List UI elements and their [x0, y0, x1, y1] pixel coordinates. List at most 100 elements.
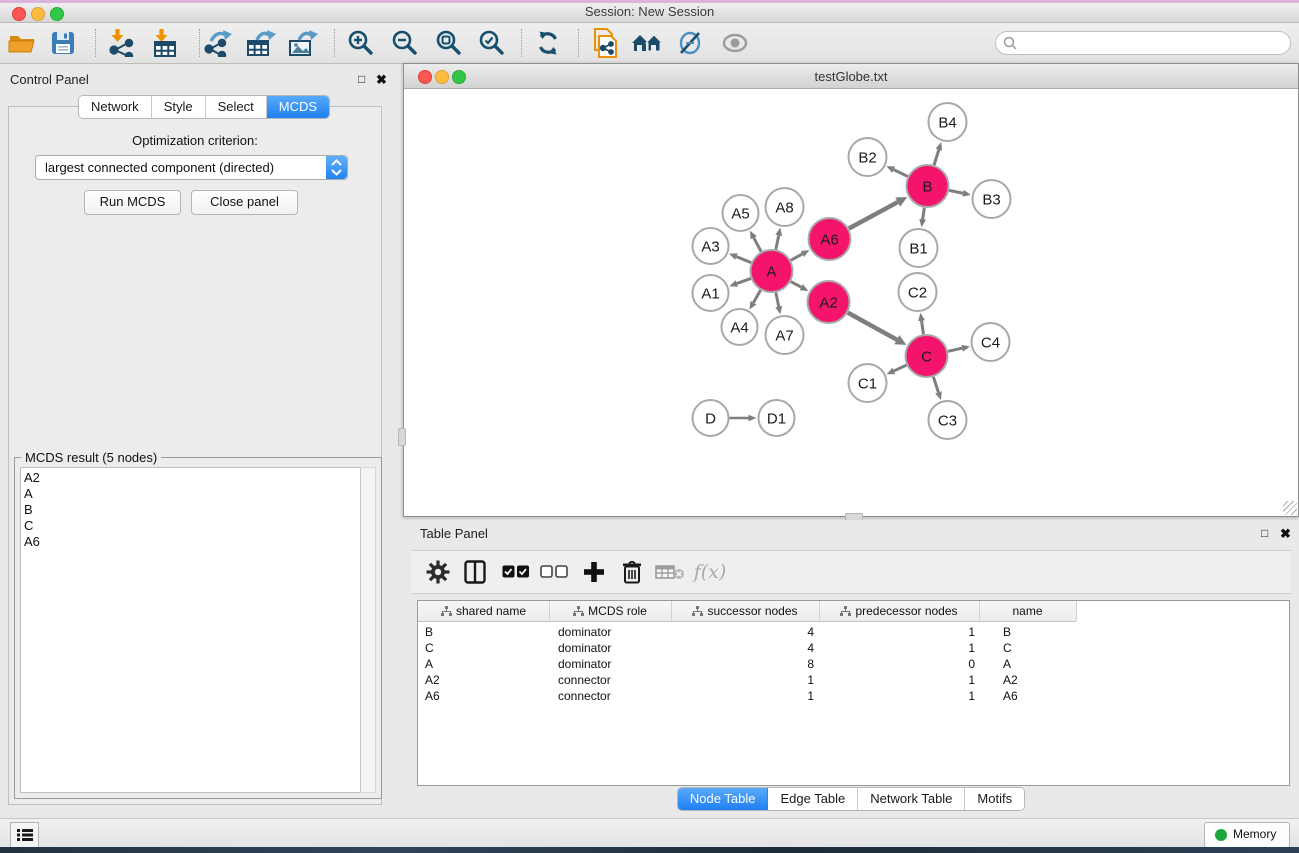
edge-arrow-icon [962, 190, 971, 197]
tab-select[interactable]: Select [206, 96, 267, 118]
tab-motifs[interactable]: Motifs [965, 788, 1024, 810]
network-window-titlebar[interactable]: testGlobe.txt [404, 64, 1298, 89]
float-panel-icon[interactable]: □ [358, 72, 365, 86]
export-image-icon[interactable] [285, 26, 321, 60]
zoom-out-icon[interactable] [387, 26, 423, 60]
main-toolbar [0, 23, 1299, 64]
tab-edge-table[interactable]: Edge Table [768, 788, 858, 810]
column-header-predecessor-nodes[interactable]: predecessor nodes [819, 601, 980, 621]
tab-network[interactable]: Network [79, 96, 152, 118]
close-panel-button[interactable]: Close panel [191, 190, 298, 215]
edge-A-A1[interactable] [737, 278, 751, 283]
edge-A-A2[interactable] [791, 282, 801, 288]
close-table-panel-icon[interactable]: ✖ [1280, 526, 1291, 542]
import-network-icon[interactable] [103, 26, 139, 60]
edge-arrow-icon [918, 313, 925, 321]
edge-A6-B[interactable] [849, 202, 898, 228]
edge-arrow-icon [919, 219, 926, 227]
eye-icon[interactable] [717, 26, 753, 60]
split-columns-icon[interactable] [458, 555, 492, 589]
result-list-item[interactable]: B [24, 502, 361, 518]
tab-node-table[interactable]: Node Table [678, 788, 769, 810]
refresh-icon[interactable] [530, 26, 566, 60]
zoom-in-icon[interactable] [343, 26, 379, 60]
edge-A-A3[interactable] [736, 257, 751, 263]
export-table-icon[interactable] [243, 26, 279, 60]
tab-mcds[interactable]: MCDS [267, 96, 329, 118]
table-cell: dominator [549, 624, 671, 640]
zoom-selected-icon[interactable] [474, 26, 510, 60]
table-toolbar: f(x) [411, 550, 1291, 594]
search-field[interactable] [995, 31, 1291, 55]
save-session-icon[interactable] [45, 26, 81, 60]
clone-network-icon[interactable] [587, 26, 623, 60]
zoom-fit-icon[interactable] [431, 26, 467, 60]
result-scrollbar[interactable] [360, 467, 376, 793]
desktop-background-strip [0, 847, 1299, 853]
column-header-MCDS-role[interactable]: MCDS role [549, 601, 672, 621]
result-list-item[interactable]: A6 [24, 534, 361, 550]
edge-A-A8[interactable] [776, 235, 779, 249]
tab-network-table[interactable]: Network Table [858, 788, 965, 810]
run-mcds-button[interactable]: Run MCDS [84, 190, 181, 215]
mcds-result-list: A2ABCA6 [20, 467, 362, 793]
memory-status-icon [1215, 829, 1227, 841]
result-list-item[interactable]: A2 [24, 470, 361, 486]
table-cell: B [979, 624, 1076, 640]
delete-column-icon[interactable] [615, 555, 649, 589]
vertical-divider-handle[interactable] [398, 428, 406, 446]
table-cell: B [418, 624, 549, 640]
table-cell: 1 [819, 688, 979, 704]
task-history-button[interactable] [10, 822, 39, 848]
table-cell: C [979, 640, 1076, 656]
graph-node-label: C2 [908, 284, 927, 301]
column-header-name[interactable]: name [979, 601, 1077, 621]
float-table-panel-icon[interactable]: □ [1261, 526, 1268, 540]
result-list-item[interactable]: C [24, 518, 361, 534]
edge-B-B4[interactable] [934, 150, 939, 165]
export-network-icon[interactable] [201, 26, 237, 60]
edge-A2-C[interactable] [848, 313, 897, 340]
memory-button[interactable]: Memory [1204, 822, 1290, 848]
edge-B-B3[interactable] [949, 190, 963, 193]
column-header-successor-nodes[interactable]: successor nodes [671, 601, 820, 621]
criterion-select[interactable]: largest connected component (directed) [35, 155, 348, 180]
function-builder-icon[interactable]: f(x) [693, 555, 727, 589]
network-canvas[interactable]: B4B2BB3A5A8A6A3B1AA1C2A2A4A7C4CC1C3DD1 [405, 89, 1297, 515]
graph-node-label: D [705, 410, 716, 427]
home-icon[interactable] [629, 26, 665, 60]
add-column-icon[interactable] [577, 555, 611, 589]
import-table-icon[interactable] [147, 26, 183, 60]
gear-icon[interactable] [421, 555, 455, 589]
edge-A-A6[interactable] [791, 254, 803, 260]
edge-C-C3[interactable] [933, 377, 938, 393]
edge-B-B1[interactable] [923, 208, 925, 220]
edge-arrow-icon [775, 228, 782, 237]
open-session-icon[interactable] [4, 26, 40, 60]
deselect-all-icon[interactable] [537, 555, 571, 589]
graph-node-label: D1 [767, 410, 786, 427]
edge-C-C4[interactable] [948, 348, 962, 351]
edge-A-A4[interactable] [753, 290, 760, 303]
network-graph[interactable]: B4B2BB3A5A8A6A3B1AA1C2A2A4A7C4CC1C3DD1 [405, 89, 1297, 515]
window-resize-grip[interactable] [1283, 501, 1297, 515]
edge-C-C1[interactable] [894, 365, 907, 371]
graph-node-label: A2 [819, 294, 837, 311]
column-header-shared-name[interactable]: shared name [418, 601, 550, 621]
edge-A-A5[interactable] [754, 238, 761, 252]
edge-A-A7[interactable] [776, 293, 779, 307]
list-icon [17, 828, 33, 842]
delete-table-icon[interactable] [653, 555, 687, 589]
close-panel-icon[interactable]: ✖ [376, 72, 387, 88]
edge-B-B2[interactable] [894, 170, 908, 177]
node-table[interactable]: shared nameMCDS rolesuccessor nodesprede… [417, 600, 1290, 786]
hide-details-icon[interactable] [672, 26, 708, 60]
toolbar-separator [95, 29, 96, 57]
search-input[interactable] [1022, 33, 1281, 53]
select-all-icon[interactable] [499, 555, 533, 589]
result-list-item[interactable]: A [24, 486, 361, 502]
tab-style[interactable]: Style [152, 96, 206, 118]
hierarchy-icon [840, 606, 851, 617]
table-cell: 4 [671, 640, 819, 656]
edge-C-C2[interactable] [922, 321, 924, 334]
